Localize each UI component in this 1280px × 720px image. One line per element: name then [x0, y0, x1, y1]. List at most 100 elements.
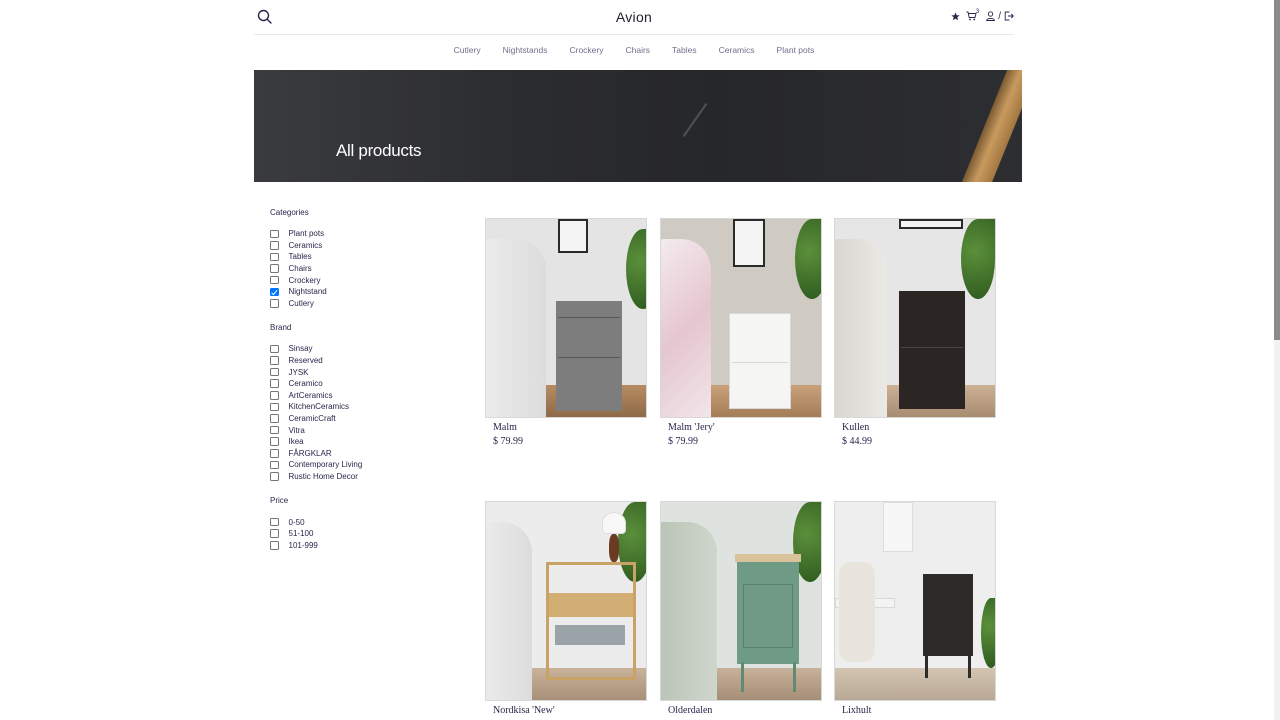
filter-checkbox[interactable] — [270, 437, 279, 446]
nav-item-crockery[interactable]: Crockery — [569, 45, 603, 55]
scrollbar-thumb[interactable] — [1274, 0, 1280, 340]
filter-option[interactable]: Nightstand — [270, 286, 450, 298]
leg-shape — [793, 662, 796, 692]
basket-shape — [555, 625, 625, 645]
product-name: Malm — [493, 422, 517, 433]
filter-option-label: Vitra — [288, 425, 305, 435]
filter-checkbox[interactable] — [270, 287, 279, 297]
header-icons: 3 / — [951, 9, 1014, 22]
filter-checkbox[interactable] — [270, 379, 279, 388]
filter-option-label: Nightstand — [288, 287, 327, 297]
product-card[interactable]: Olderdalen — [660, 501, 822, 716]
top-header: Avion 3 / — [254, 0, 1014, 35]
filter-option-label: 0-50 — [288, 517, 305, 527]
filter-option[interactable]: JYSK — [270, 366, 450, 378]
floor-shape — [835, 668, 995, 700]
door-panel — [743, 584, 793, 648]
lamp-base — [609, 534, 619, 562]
filter-option[interactable]: Tables — [270, 251, 450, 263]
nightstand-shape — [735, 554, 801, 664]
bed-shape — [661, 522, 717, 700]
filter-checkbox[interactable] — [270, 229, 279, 239]
nightstand-shape — [923, 574, 973, 656]
page-title: All products — [336, 141, 422, 160]
filter-option[interactable]: Ceramics — [270, 240, 450, 252]
filter-option[interactable]: FÅRGKLAR — [270, 448, 450, 460]
user-icon[interactable] — [986, 10, 996, 22]
filter-checkbox[interactable] — [270, 425, 279, 435]
filter-group-title: Brand — [270, 323, 292, 333]
filter-checkbox[interactable] — [270, 402, 279, 412]
filter-checkbox[interactable] — [270, 367, 279, 377]
filter-option[interactable]: 101-999 — [270, 539, 450, 551]
site-logo[interactable]: Avion — [254, 9, 1014, 25]
product-name: Malm 'Jery' — [668, 422, 715, 433]
product-card[interactable]: Malm 'Jery' $ 79.99 — [660, 218, 822, 447]
filter-checkbox[interactable] — [270, 541, 279, 550]
filter-checkbox[interactable] — [270, 275, 279, 285]
filter-checkbox[interactable] — [270, 529, 279, 538]
filter-checkbox[interactable] — [270, 356, 279, 365]
logout-icon[interactable] — [1004, 10, 1014, 22]
filter-option[interactable]: Plant pots — [270, 228, 450, 240]
pegboard-shape — [883, 502, 913, 552]
filter-option[interactable]: Rustic Home Decor — [270, 471, 450, 483]
filter-option-label: FÅRGKLAR — [288, 448, 332, 458]
nav-item-cutlery[interactable]: Cutlery — [454, 45, 481, 55]
filter-checkbox[interactable] — [270, 264, 279, 273]
filter-checkbox[interactable] — [270, 472, 279, 481]
filter-option[interactable]: Chairs — [270, 263, 450, 275]
product-card[interactable]: Nordkisa 'New' — [485, 501, 647, 716]
leg-shape — [925, 656, 928, 678]
filter-option[interactable]: 51-100 — [270, 528, 450, 540]
plant-shape — [626, 229, 646, 309]
nav-item-ceramics[interactable]: Ceramics — [719, 45, 755, 55]
filter-option[interactable]: Vitra — [270, 424, 450, 436]
nav-item-chairs[interactable]: Chairs — [625, 45, 650, 55]
picture-frame — [733, 219, 765, 267]
filter-options: 0-50 51-100 101-999 — [270, 516, 450, 551]
filter-option[interactable]: Ikea — [270, 436, 450, 448]
filter-checkbox[interactable] — [270, 517, 279, 527]
filter-option[interactable]: 0-50 — [270, 516, 450, 528]
filter-group-title: Price — [270, 496, 289, 506]
filter-option[interactable]: Cutlery — [270, 298, 450, 310]
filter-checkbox[interactable] — [270, 460, 279, 470]
nightstand-shape — [546, 562, 636, 680]
picture-frame — [558, 219, 588, 253]
product-card[interactable]: Malm $ 79.99 — [485, 218, 647, 447]
filter-checkbox[interactable] — [270, 241, 279, 250]
filter-checkbox[interactable] — [270, 391, 279, 400]
product-card[interactable]: Lixhult — [834, 501, 996, 716]
product-card[interactable]: Kullen $ 44.99 — [834, 218, 996, 447]
filter-option[interactable]: Contemporary Living — [270, 459, 450, 471]
product-image — [485, 501, 647, 701]
filter-checkbox[interactable] — [270, 252, 279, 262]
nav-item-plant-pots[interactable]: Plant pots — [777, 45, 815, 55]
filter-checkbox[interactable] — [270, 414, 279, 423]
filter-option[interactable]: CeramicCraft — [270, 413, 450, 425]
page-scrollbar[interactable] — [1274, 0, 1280, 720]
filter-options: Sinsay Reserved JYSK Ceramico ArtCeramics Kit… — [270, 343, 450, 482]
filter-checkbox[interactable] — [270, 449, 279, 458]
filter-checkbox[interactable] — [270, 344, 279, 354]
filter-option[interactable]: Sinsay — [270, 343, 450, 355]
filter-option-label: KitchenCeramics — [288, 402, 349, 412]
filter-option[interactable]: KitchenCeramics — [270, 401, 450, 413]
filter-option[interactable]: ArtCeramics — [270, 390, 450, 402]
filter-option-label: CeramicCraft — [288, 414, 336, 424]
filter-option[interactable]: Reserved — [270, 355, 450, 367]
filter-option[interactable]: Crockery — [270, 274, 450, 286]
filter-option-label: 51-100 — [288, 529, 314, 539]
filter-option[interactable]: Ceramico — [270, 378, 450, 390]
nav-item-tables[interactable]: Tables — [672, 45, 697, 55]
nav-item-nightstands[interactable]: Nightstands — [503, 45, 548, 55]
leg-shape — [741, 662, 744, 692]
product-name: Kullen — [842, 422, 870, 433]
product-price: $ 79.99 — [493, 436, 523, 447]
favorites-star-icon[interactable] — [951, 10, 960, 22]
filter-option-label: Sinsay — [288, 344, 313, 354]
cart-icon[interactable]: 3 — [966, 9, 980, 22]
filter-checkbox[interactable] — [270, 299, 279, 308]
chair-shape — [839, 562, 875, 662]
